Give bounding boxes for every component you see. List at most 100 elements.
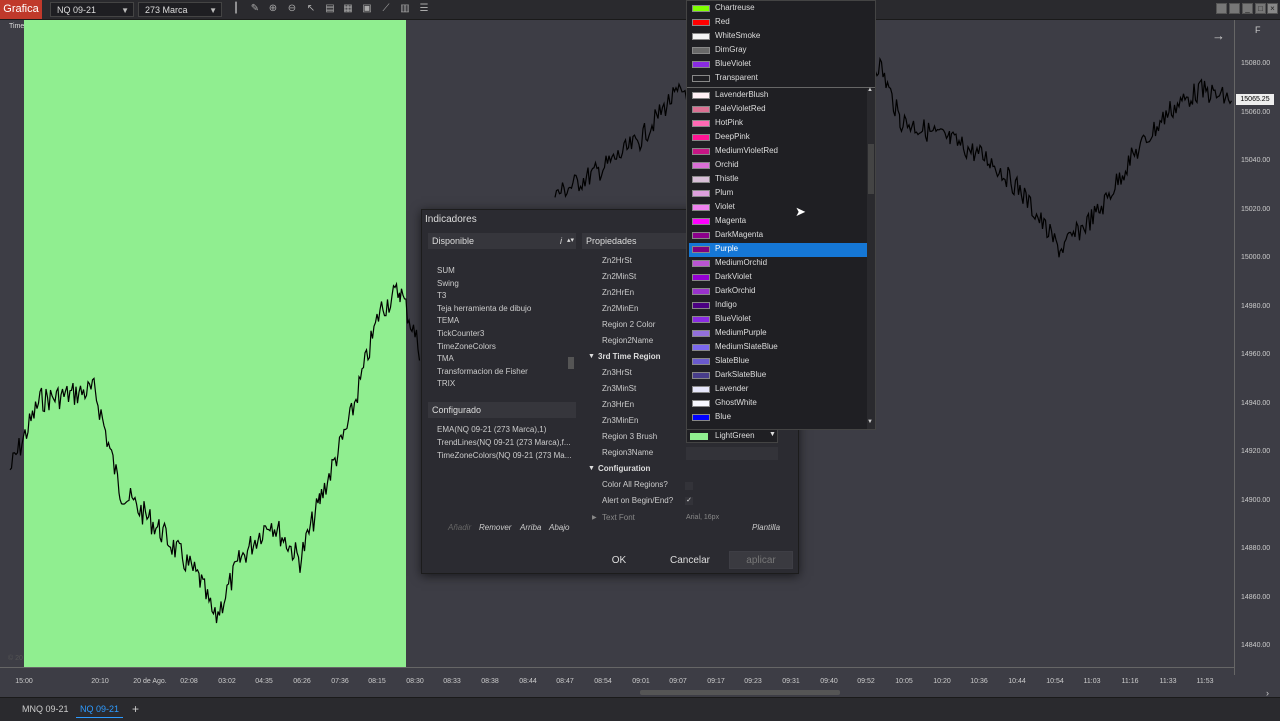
available-scrollbar[interactable] (568, 357, 574, 369)
list-icon[interactable]: ☰ (418, 3, 430, 15)
cursor-icon[interactable]: ↖ (305, 3, 317, 15)
expand-icon[interactable]: ▼ (588, 353, 595, 360)
horizontal-scrollbar[interactable] (640, 690, 840, 695)
template-icon[interactable]: ▦ (342, 3, 354, 15)
scroll-up-icon[interactable]: ▲ (867, 87, 873, 93)
tile-icon-2[interactable] (1229, 3, 1240, 14)
color-option[interactable]: HotPink (689, 117, 867, 131)
price-label: 14880.00 (1241, 545, 1271, 552)
color-option[interactable]: DarkMagenta (689, 229, 867, 243)
color-option[interactable]: MediumVioletRed (689, 145, 867, 159)
color-all-checkbox[interactable] (685, 482, 693, 490)
color-option[interactable]: Lavender (689, 383, 867, 397)
screenshot-icon[interactable]: ▣ (361, 3, 373, 15)
color-option[interactable]: Chartreuse (689, 2, 867, 16)
tile-icon[interactable] (1216, 3, 1227, 14)
color-option[interactable]: Transparent (689, 72, 867, 86)
available-item[interactable]: TRIX (437, 379, 455, 388)
color-option[interactable]: GhostWhite (689, 397, 867, 411)
pencil-icon[interactable]: ✎ (249, 3, 261, 15)
expand-icon[interactable]: ▼ (588, 465, 595, 472)
close-icon[interactable]: × (1267, 3, 1278, 14)
add-tab-icon[interactable]: + (128, 702, 143, 717)
color-swatch (692, 134, 710, 141)
alert-checkbox[interactable]: ✓ (685, 497, 693, 505)
color-option[interactable]: PaleVioletRed (689, 103, 867, 117)
available-item[interactable]: TEMA (437, 316, 459, 325)
available-item[interactable]: Teja herramienta de dibujo (437, 304, 531, 313)
color-option[interactable]: MediumPurple (689, 327, 867, 341)
color-list-scrollbar[interactable]: ▲ ▼ (867, 87, 875, 429)
add-button[interactable]: Añadir (448, 523, 471, 532)
configured-item[interactable]: EMA(NQ 09-21 (273 Marca),1) (437, 425, 546, 434)
available-item[interactable]: Swing (437, 279, 459, 288)
time-axis[interactable]: 15:00 20:10 20 de Ago. 02:08 03:02 04:35 06:26… (0, 667, 1234, 690)
maximize-icon[interactable]: □ (1255, 3, 1266, 14)
up-button[interactable]: Arriba (520, 523, 541, 532)
color-picker-list[interactable]: Chartreuse Red WhiteSmoke DimGray BlueViolet… (686, 0, 876, 430)
color-option[interactable]: SlateBlue (689, 355, 867, 369)
color-option[interactable]: MediumSlateBlue (689, 341, 867, 355)
strategy-icon[interactable]: ⟋ (380, 3, 392, 15)
color-option[interactable]: Orchid (689, 159, 867, 173)
color-option[interactable]: DarkSlateBlue (689, 369, 867, 383)
color-name: WhiteSmoke (715, 31, 761, 40)
color-option[interactable]: Violet (689, 201, 867, 215)
tab-nq[interactable]: NQ 09-21 (76, 702, 124, 718)
available-item[interactable]: T3 (437, 291, 446, 300)
template-button[interactable]: Plantilla (752, 523, 780, 532)
color-option[interactable]: Purple (689, 243, 867, 257)
region3-brush-dropdown[interactable]: LightGreen ▼ (686, 429, 778, 443)
instrument-dropdown[interactable]: NQ 09-21 ▼ (50, 2, 134, 17)
available-item[interactable]: TimeZoneColors (437, 342, 496, 351)
color-option[interactable]: BlueViolet (689, 58, 867, 72)
available-item[interactable]: TickCounter3 (437, 329, 484, 338)
zoom-in-icon[interactable]: ⊕ (267, 3, 279, 15)
remove-button[interactable]: Remover (479, 523, 511, 532)
color-option[interactable]: BlueViolet (689, 313, 867, 327)
color-option[interactable]: Magenta (689, 215, 867, 229)
tab-mnq[interactable]: MNQ 09-21 (18, 702, 73, 717)
mouse-cursor-icon: ➤ (795, 204, 806, 219)
ok-button[interactable]: OK (580, 551, 658, 569)
color-option[interactable]: MediumOrchid (689, 257, 867, 271)
scroll-arrows-icon[interactable]: ▴▾ (567, 233, 574, 249)
collapse-icon[interactable]: ▶ (592, 514, 597, 521)
available-item[interactable]: TMA (437, 354, 454, 363)
color-option[interactable]: WhiteSmoke (689, 30, 867, 44)
info-icon[interactable]: i (560, 233, 562, 249)
properties-icon[interactable]: ▤ (324, 3, 336, 15)
region3-name-input[interactable] (686, 447, 778, 460)
color-swatch (692, 386, 710, 393)
window-title[interactable]: Grafica (0, 0, 42, 19)
bars-icon[interactable]: ┃ (230, 3, 242, 15)
apply-button[interactable]: aplicar (729, 551, 793, 569)
zoom-out-icon[interactable]: ⊖ (286, 3, 298, 15)
color-option[interactable]: Blue (689, 411, 867, 425)
divider (687, 87, 875, 88)
color-option[interactable]: Indigo (689, 299, 867, 313)
bar-type-dropdown[interactable]: 273 Marca ▼ (138, 2, 222, 17)
color-option[interactable]: DimGray (689, 44, 867, 58)
color-option[interactable]: DarkViolet (689, 271, 867, 285)
minimize-icon[interactable]: _ (1242, 3, 1253, 14)
color-option[interactable]: LavenderBlush (689, 89, 867, 103)
available-item[interactable]: SUM (437, 266, 455, 275)
color-name: SlateBlue (715, 356, 750, 365)
price-axis[interactable]: F 15080.00 15060.00 15040.00 15020.00 15000.… (1234, 20, 1280, 675)
color-option[interactable]: Red (689, 16, 867, 30)
scroll-thumb[interactable] (868, 144, 874, 194)
available-item[interactable]: Transformacion de Fisher (437, 367, 528, 376)
text-font-value[interactable]: Arial, 16px (686, 514, 719, 521)
color-option[interactable]: DarkOrchid (689, 285, 867, 299)
indicator-icon[interactable]: ▥ (399, 3, 411, 15)
configured-item[interactable]: TrendLines(NQ 09-21 (273 Marca),f... (437, 438, 571, 447)
color-swatch (692, 19, 710, 26)
color-option[interactable]: Thistle (689, 173, 867, 187)
configured-item[interactable]: TimeZoneColors(NQ 09-21 (273 Ma... (437, 451, 571, 460)
cancel-button[interactable]: Cancelar (653, 551, 727, 569)
scroll-down-icon[interactable]: ▼ (867, 419, 873, 425)
color-option[interactable]: DeepPink (689, 131, 867, 145)
down-button[interactable]: Abajo (549, 523, 569, 532)
color-option[interactable]: Plum (689, 187, 867, 201)
